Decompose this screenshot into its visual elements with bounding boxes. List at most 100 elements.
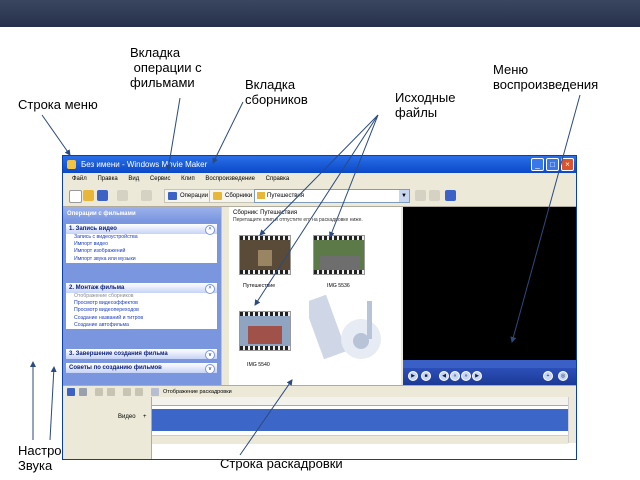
title-bar: Без имени - Windows Movie Maker _ □ × [63,156,576,173]
section-movie-tips-header[interactable]: Советы по созданию фильмов v [66,363,217,374]
undo-icon[interactable] [117,190,128,201]
section-capture-video: 1. Запись видео ^ Запись с видеоустройст… [66,224,217,263]
clip-thumbnail[interactable] [239,235,291,275]
callout-playback-menu: Меню воспроизведения [493,62,599,92]
storyboard-timeline: Видео + [63,397,576,459]
menu-tools[interactable]: Сервис [150,176,171,182]
menu-play[interactable]: Воспроизведение [205,176,255,182]
next-frame-icon[interactable]: ▶ [472,371,482,381]
collection-select[interactable]: Путешествия ▼ [254,189,410,203]
chevron-up-icon[interactable]: ^ [205,225,215,235]
zoom-in-icon[interactable] [95,388,103,396]
maximize-button[interactable]: □ [546,158,559,171]
chevron-up-icon[interactable]: ^ [205,284,215,294]
views-icon[interactable] [445,190,456,201]
clip-thumbnail[interactable] [313,235,365,275]
menu-edit[interactable]: Правка [97,176,117,182]
menu-view[interactable]: Вид [128,176,139,182]
toolbar: Операции Сборники Путешествия ▼ [63,186,576,207]
film-strip-edge [314,270,364,274]
task-link[interactable]: Создание автофильма [66,322,217,329]
video-track-label: Видео [118,414,136,420]
collections-tab-label: Сборники [225,193,253,199]
minimize-button[interactable]: _ [531,158,544,171]
film-strip-edge [314,236,364,240]
arrow-menu-bar [41,114,71,156]
section-capture-video-header[interactable]: 1. Запись видео ^ [66,224,217,235]
new-project-icon[interactable] [69,190,82,203]
up-level-icon[interactable] [415,190,426,201]
clip-thumbnail[interactable] [239,311,291,351]
clip-label: IMG 5540 [247,362,270,368]
task-link[interactable]: Импорт изображений [66,248,217,255]
audio-levels-icon[interactable] [79,388,87,396]
task-link[interactable]: Запись с видеоустройства [66,234,217,241]
narrate-icon[interactable] [67,388,75,396]
open-project-icon[interactable] [83,190,94,201]
task-link[interactable]: Создание названий и титров [66,315,217,322]
section-title: Советы по созданию фильмов [69,365,162,371]
film-strip-edge [240,236,290,240]
menu-help[interactable]: Справка [266,176,290,182]
play-storyboard-icon[interactable] [135,388,143,396]
task-link[interactable]: Импорт звука или музыки [66,256,217,263]
clip-image [258,250,272,266]
storyboard-view-icon[interactable] [151,388,159,396]
expand-track-icon[interactable]: + [143,414,147,420]
section-title: 2. Монтаж фильма [69,285,125,291]
task-link[interactable]: Импорт видео [66,241,217,248]
clip-image [248,326,282,344]
menu-bar: Файл Правка Вид Сервис Клип Воспроизведе… [63,173,576,186]
film-strip-edge [240,346,290,350]
timeline-horizontal-scrollbar[interactable] [152,435,568,444]
menu-clip[interactable]: Клип [181,176,195,182]
section-finish-movie: 3. Завершение создания фильма v [66,349,217,360]
tasks-pane-header: Операции с фильмами [63,207,221,221]
task-link[interactable]: Просмотр видеопереходов [66,307,217,314]
chevron-down-icon[interactable]: v [205,364,215,374]
take-picture-icon[interactable]: ◎ [558,371,568,381]
callout-operations-tab: Вкладка операции с фильмами [130,45,202,90]
rewind-icon[interactable]: « [450,371,460,381]
movie-tasks-pane: Операции с фильмами 1. Запись видео ^ За… [63,207,221,385]
previous-frame-icon[interactable]: ◀ [439,371,449,381]
section-edit-movie-header[interactable]: 2. Монтаж фильма ^ [66,283,217,294]
save-project-icon[interactable] [97,190,108,201]
track-header-area: Видео + [63,397,152,459]
split-clip-icon[interactable]: + [543,371,553,381]
seek-bar[interactable] [403,360,576,368]
window-title: Без имени - Windows Movie Maker [81,160,208,169]
arrow-sound-settings-2 [49,366,57,441]
preview-monitor[interactable] [403,207,576,360]
time-ruler[interactable] [152,397,568,406]
movie-maker-window: Без имени - Windows Movie Maker _ □ × Фа… [62,155,577,460]
film-strip-edge [240,270,290,274]
play-icon[interactable]: ▶ [408,371,418,381]
section-finish-movie-header[interactable]: 3. Завершение создания фильма v [66,349,217,360]
video-track[interactable] [152,409,568,431]
section-title: 1. Запись видео [69,226,117,232]
folder-icon [257,192,265,199]
operations-tab-button[interactable]: Операции [164,189,213,203]
menu-file[interactable]: Файл [72,176,87,182]
film-music-watermark-icon [309,294,381,360]
chevron-down-icon[interactable]: v [205,350,215,360]
new-folder-icon[interactable] [429,190,440,201]
forward-icon[interactable]: » [461,371,471,381]
collection-subtitle: Перетащите клип и отпустите его на раска… [233,217,363,223]
stop-icon[interactable]: ■ [421,371,431,381]
rewind-storyboard-icon[interactable] [123,388,131,396]
task-link[interactable]: Отображение сборников [66,293,217,300]
collections-tab-button[interactable]: Сборники [209,189,257,203]
slide-top-banner [0,0,640,27]
callout-collections-tab: Вкладка сборников [245,77,308,107]
clip-label: IMG 5536 [327,283,350,289]
task-link[interactable]: Просмотр видеоэффектов [66,300,217,307]
redo-icon[interactable] [141,190,152,201]
close-button[interactable]: × [561,158,574,171]
timeline-vertical-scrollbar[interactable] [568,397,576,443]
chevron-down-icon[interactable]: ▼ [399,190,409,202]
zoom-out-icon[interactable] [107,388,115,396]
tasks-icon [168,192,177,200]
clip-image [320,256,360,270]
